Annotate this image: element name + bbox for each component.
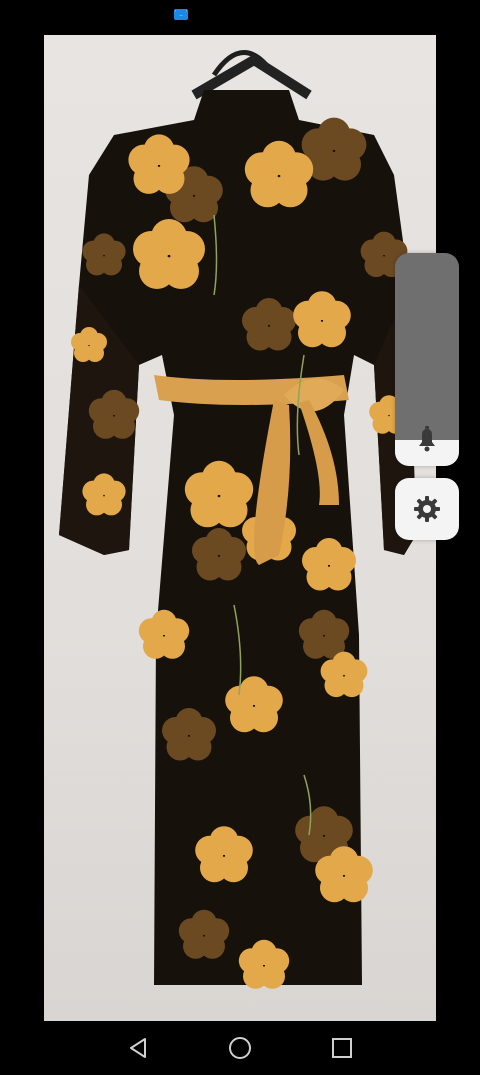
volume-slider[interactable] (395, 253, 459, 466)
dress-image (59, 50, 416, 989)
back-icon (130, 1038, 146, 1058)
sound-settings-button[interactable] (395, 478, 459, 540)
photo-dress (44, 35, 436, 1021)
home-button[interactable] (210, 1021, 270, 1075)
navigation-bar (0, 1021, 480, 1075)
gear-icon (414, 496, 440, 522)
status-bar (0, 0, 480, 32)
back-button[interactable] (108, 1021, 168, 1075)
recents-button[interactable] (312, 1021, 372, 1075)
home-icon (229, 1037, 251, 1059)
mail-icon (174, 9, 188, 20)
recents-icon (332, 1038, 352, 1058)
bell-icon (419, 426, 435, 452)
